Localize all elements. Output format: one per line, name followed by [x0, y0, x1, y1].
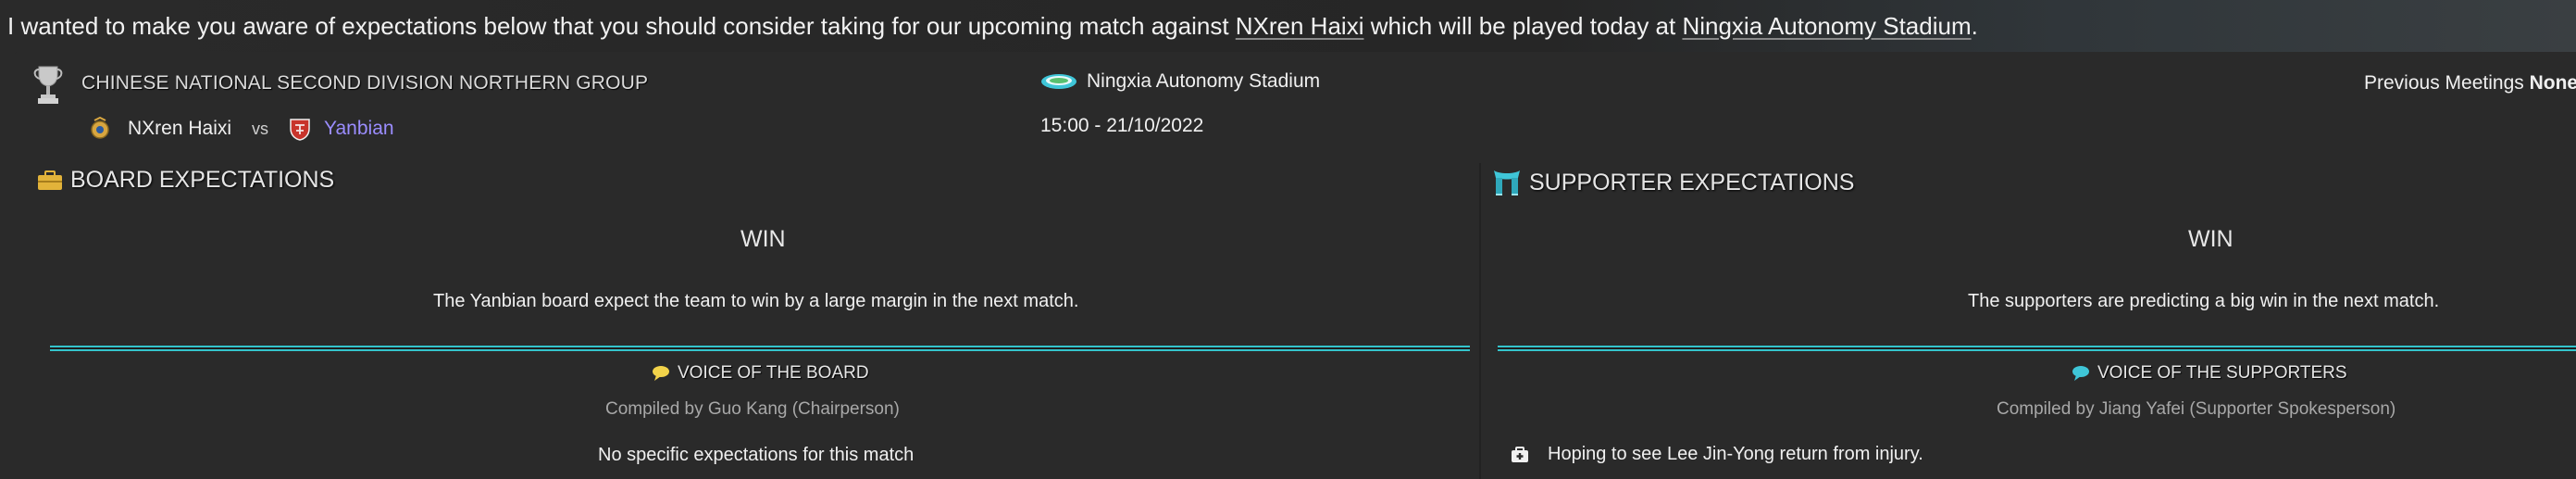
supporters-compiled-by[interactable]: Compiled by Jiang Yafei (Supporter Spoke…	[1997, 399, 2396, 420]
supporters-note-text: Hoping to see Lee Jin-Yong return from i…	[1548, 444, 1923, 464]
venue-link[interactable]: Ningxia Autonomy Stadium	[1682, 12, 1971, 40]
competition-name[interactable]: CHINESE NATIONAL SECOND DIVISION NORTHER…	[81, 72, 648, 95]
fixture-teams: NXren Haixi vs Yanbian	[89, 115, 394, 143]
match-expectations-panel: CHINESE NATIONAL SECOND DIVISION NORTHER…	[13, 52, 2576, 479]
previous-meetings-label: Previous Meetings	[2364, 72, 2524, 94]
board-note-text: No specific expectations for this match	[598, 445, 915, 465]
board-description: The Yanbian board expect the team to win…	[433, 291, 1079, 311]
intro-message: I wanted to make you aware of expectatio…	[7, 7, 1978, 44]
supporters-result: WIN	[2188, 226, 2234, 252]
stadium-info: Ningxia Autonomy Stadium	[1040, 70, 1320, 93]
stadium-name[interactable]: Ningxia Autonomy Stadium	[1087, 70, 1320, 93]
board-title-label: BOARD EXPECTATIONS	[70, 167, 335, 193]
intro-text-mid: which will be played today at	[1363, 12, 1683, 40]
scarf-icon	[1494, 170, 1520, 195]
previous-meetings: Previous Meetings None	[2364, 72, 2576, 95]
supporters-title-label: SUPPORTER EXPECTATIONS	[1529, 169, 1855, 195]
previous-meetings-value: None	[2529, 72, 2576, 94]
away-team-name[interactable]: Yanbian	[324, 118, 394, 140]
trophy-icon	[33, 66, 63, 104]
supporters-note: Hoping to see Lee Jin-Yong return from i…	[1511, 444, 1923, 465]
away-club-badge-icon	[290, 119, 310, 141]
board-note: No specific expectations for this match	[598, 445, 914, 466]
home-team-name[interactable]: NXren Haixi	[128, 118, 231, 140]
intro-text-post: .	[1971, 12, 1978, 40]
column-divider	[1479, 163, 1481, 479]
voice-of-board-heading: VOICE OF THE BOARD	[652, 363, 869, 384]
medical-kit-icon	[1512, 446, 1528, 462]
board-compiled-by[interactable]: Compiled by Guo Kang (Chairperson)	[605, 399, 900, 420]
voice-of-supporters-label: VOICE OF THE SUPPORTERS	[2097, 363, 2347, 383]
match-datetime: 15:00 - 21/10/2022	[1040, 115, 1204, 136]
home-club-badge-icon	[91, 117, 109, 139]
board-divider	[50, 346, 1470, 351]
voice-of-board-label: VOICE OF THE BOARD	[678, 363, 869, 383]
supporters-description: The supporters are predicting a big win …	[1968, 291, 2440, 311]
versus-label: vs	[252, 119, 269, 138]
voice-of-supporters-heading: VOICE OF THE SUPPORTERS	[2072, 363, 2347, 384]
speech-bubble-icon	[2072, 366, 2089, 381]
stadium-icon	[1041, 74, 1076, 89]
briefcase-icon	[38, 170, 62, 190]
board-result: WIN	[740, 226, 786, 252]
supporter-expectations-title: SUPPORTER EXPECTATIONS	[1492, 169, 1854, 196]
speech-bubble-icon	[653, 366, 669, 381]
supporters-divider	[1498, 346, 2576, 351]
opponent-link[interactable]: NXren Haixi	[1236, 12, 1364, 40]
intro-text-pre: I wanted to make you aware of expectatio…	[7, 12, 1236, 40]
board-expectations-title: BOARD EXPECTATIONS	[37, 167, 334, 194]
